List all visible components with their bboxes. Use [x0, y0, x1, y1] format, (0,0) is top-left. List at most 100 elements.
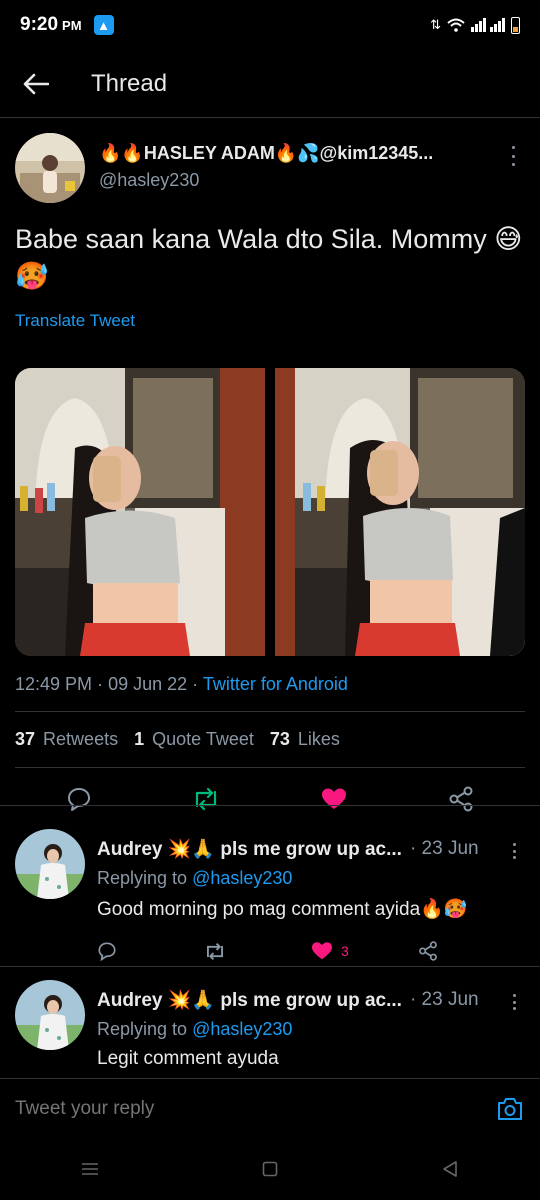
- tweet-text: Babe saan kana Wala dto Sila. Mommy 😅🥵: [15, 224, 523, 291]
- avatar-image: [15, 133, 85, 203]
- author-name[interactable]: 🔥🔥HASLEY ADAM🔥💦@kim12345...: [99, 143, 479, 164]
- reply-body: Audrey 💥🙏 pls me grow up ac... · 23 Jun …: [97, 966, 525, 1070]
- reply-like-button[interactable]: 3: [311, 941, 418, 961]
- retweets-label: Retweets: [43, 729, 119, 749]
- more-dot-icon: [512, 994, 516, 997]
- reply-tweet[interactable]: Audrey 💥🙏 pls me grow up ac... · 23 Jun …: [0, 966, 540, 1078]
- reply-header: Audrey 💥🙏 pls me grow up ac... · 23 Jun: [97, 837, 525, 861]
- meta-separator: ·: [192, 674, 203, 694]
- photo-image: [275, 368, 525, 656]
- reply-actions: 3: [97, 939, 525, 963]
- reply-input[interactable]: [15, 1097, 495, 1120]
- retweet-button[interactable]: [186, 779, 226, 819]
- retweet-icon: [196, 787, 217, 811]
- reply-date: · 23 Jun: [409, 838, 479, 859]
- share-icon: [449, 786, 473, 812]
- quotes-stat[interactable]: 1 Quote Tweet: [134, 729, 254, 750]
- replying-prefix: Replying to: [97, 1019, 188, 1039]
- share-icon: [419, 941, 437, 961]
- reply-icon: [98, 942, 116, 961]
- reply-like-count: 3: [341, 943, 349, 959]
- heart-filled-icon: [321, 788, 346, 809]
- status-ampm: PM: [62, 17, 82, 33]
- retweets-stat[interactable]: 37 Retweets: [15, 729, 118, 750]
- reply-body: Audrey 💥🙏 pls me grow up ac... · 23 Jun …: [97, 815, 525, 963]
- reply-button[interactable]: [59, 779, 99, 819]
- nav-menu-button[interactable]: [65, 1149, 115, 1189]
- status-time: 9:20: [20, 14, 59, 35]
- status-icons: ⇅: [430, 16, 520, 34]
- nav-back-button[interactable]: [425, 1149, 475, 1189]
- reply-author-name[interactable]: Audrey 💥🙏 pls me grow up ac...: [97, 988, 402, 1012]
- thread-divider: [0, 805, 540, 806]
- reply-compose-bar: [0, 1078, 540, 1138]
- replying-to: Replying to @hasley230: [97, 1019, 525, 1040]
- heart-filled-icon: [312, 942, 332, 960]
- page-title: Thread: [91, 69, 168, 97]
- reply-avatar[interactable]: [15, 980, 85, 1050]
- replying-to: Replying to @hasley230: [97, 868, 525, 889]
- reply-share-button[interactable]: [418, 941, 525, 961]
- status-bar: 9:20 PM ▲ ⇅: [0, 0, 540, 50]
- back-triangle-icon: [443, 1161, 457, 1177]
- retweet-icon: [206, 942, 224, 960]
- reply-retweet-button[interactable]: [204, 942, 311, 961]
- reply-mention-link[interactable]: @hasley230: [192, 868, 292, 888]
- reply-icon: [67, 788, 90, 811]
- reply-mention-link[interactable]: @hasley230: [192, 1019, 292, 1039]
- tweet-photo-1[interactable]: [15, 368, 265, 656]
- likes-count: 73: [269, 729, 290, 749]
- camera-button[interactable]: [495, 1094, 525, 1124]
- battery-icon: [511, 16, 520, 34]
- reply-author-name[interactable]: Audrey 💥🙏 pls me grow up ac...: [97, 837, 402, 861]
- retweets-count: 37: [15, 729, 36, 749]
- tweet-header: 🔥🔥HASLEY ADAM🔥💦@kim12345... @hasley230: [15, 118, 525, 203]
- meta-separator: ·: [97, 674, 109, 694]
- share-button[interactable]: [441, 779, 481, 819]
- top-app-bar: Thread: [0, 50, 540, 118]
- reply-header: Audrey 💥🙏 pls me grow up ac... · 23 Jun: [97, 988, 525, 1012]
- replying-prefix: Replying to: [97, 868, 188, 888]
- system-nav-bar: [0, 1138, 540, 1200]
- camera-icon: [498, 1097, 522, 1120]
- reply-text: Good morning po mag comment ayida🔥🥵: [97, 899, 468, 920]
- reply-text: Legit comment ayuda: [97, 1048, 279, 1069]
- like-button[interactable]: [314, 779, 354, 819]
- reply-avatar[interactable]: [15, 829, 85, 899]
- main-tweet: 🔥🔥HASLEY ADAM🔥💦@kim12345... @hasley230 B…: [0, 118, 540, 830]
- reply-date: · 23 Jun: [409, 989, 479, 1010]
- back-arrow-icon: [23, 73, 49, 94]
- signal-icon: [471, 18, 505, 32]
- tweet-date: 09 Jun 22: [108, 674, 188, 694]
- author-avatar[interactable]: [15, 133, 85, 203]
- data-arrows-icon: ⇅: [430, 17, 441, 32]
- more-dot-icon: [512, 843, 516, 846]
- reply-more-button[interactable]: [507, 994, 521, 1010]
- home-square-icon: [262, 1161, 278, 1177]
- quotes-label: Quote Tweet: [152, 729, 254, 749]
- tweet-photo-2[interactable]: [275, 368, 525, 656]
- likes-label: Likes: [297, 729, 340, 749]
- wifi-icon: [447, 18, 465, 32]
- translate-tweet-link[interactable]: Translate Tweet: [15, 311, 135, 331]
- avatar-image: [15, 829, 85, 899]
- avatar-image: [15, 980, 85, 1050]
- author-info: 🔥🔥HASLEY ADAM🔥💦@kim12345... @hasley230: [99, 133, 525, 191]
- back-button[interactable]: [16, 64, 56, 104]
- tweet-media: [15, 368, 525, 656]
- menu-icon: [82, 1163, 98, 1175]
- author-handle[interactable]: @hasley230: [99, 170, 525, 191]
- quotes-count: 1: [134, 729, 145, 749]
- reply-tweet[interactable]: Audrey 💥🙏 pls me grow up ac... · 23 Jun …: [0, 815, 540, 965]
- tweet-time: 12:49 PM: [15, 674, 93, 694]
- tweet-meta: 12:49 PM · 09 Jun 22 · Twitter for Andro…: [15, 674, 525, 712]
- tweet-more-button[interactable]: [506, 146, 520, 166]
- tweet-source-link[interactable]: Twitter for Android: [203, 674, 348, 694]
- nav-home-button[interactable]: [245, 1149, 295, 1189]
- likes-stat[interactable]: 73 Likes: [270, 729, 340, 750]
- reply-reply-button[interactable]: [97, 941, 204, 961]
- app-notification-icon: ▲: [93, 15, 114, 35]
- reply-more-button[interactable]: [507, 843, 521, 859]
- more-dot-icon: [511, 146, 515, 149]
- photo-image: [15, 368, 265, 656]
